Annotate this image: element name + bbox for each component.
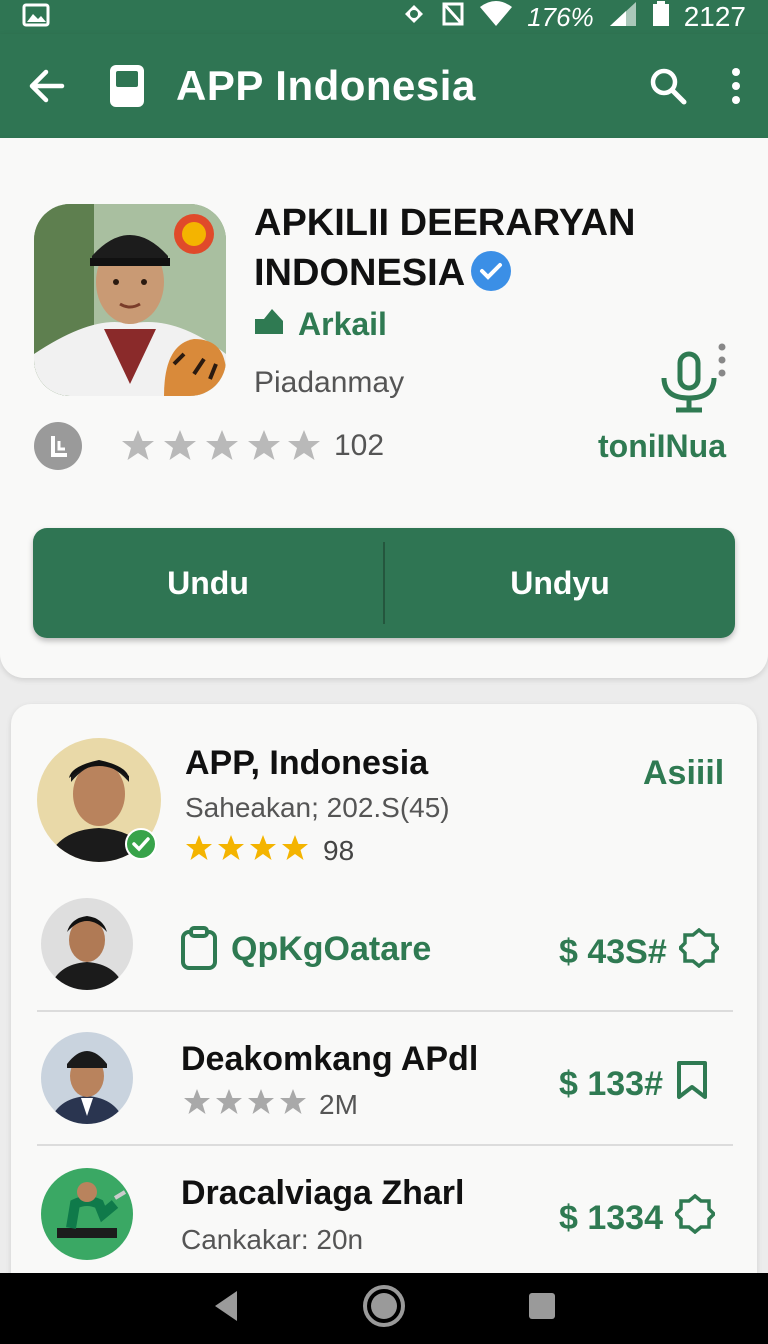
divider (37, 1144, 733, 1146)
app-store-icon (108, 63, 146, 109)
microphone-icon[interactable] (658, 350, 720, 419)
rating-count: 102 (334, 429, 385, 462)
list-item-title: Dracalviaga Zharl (181, 1174, 465, 1212)
related-apps-list: APP, Indonesia Saheakan; 202.S(45) 98 As… (11, 704, 757, 1304)
list-item-subtitle: Saheakan; 202.S(45) (185, 792, 450, 823)
list-item-title: APP, Indonesia (185, 744, 429, 782)
gallery-icon (22, 3, 50, 32)
badge-icon (673, 1193, 717, 1243)
list-item-rating: 98 (185, 834, 354, 867)
gold-stars (185, 834, 313, 867)
bookmark-icon (675, 1060, 709, 1109)
grey-stars (183, 1088, 311, 1121)
badge-icon (677, 927, 721, 977)
list-item-rating: 2M (183, 1088, 358, 1121)
list-item-price[interactable]: $ 43S# (559, 927, 721, 977)
search-icon[interactable] (648, 66, 688, 106)
side-action-label[interactable]: toniINua (598, 428, 726, 465)
app-name-text: APKILII DEERARYAN INDONESIA (254, 202, 636, 294)
app-detail-card: APKILII DEERARYAN INDONESIA Arkail Piada… (0, 138, 768, 678)
battery-icon (652, 0, 670, 34)
rating-row: 102 (34, 422, 384, 470)
install-right-button[interactable]: Undyu (385, 528, 735, 638)
content-rating-icon (34, 422, 82, 470)
list-item-subtitle: Cankakar: 20n (181, 1224, 364, 1255)
verified-check-icon (125, 828, 157, 865)
nav-recents-icon[interactable] (527, 1291, 557, 1326)
wifi-icon (479, 0, 513, 34)
list-item-rating-value: 98 (323, 834, 355, 866)
install-left-button[interactable]: Undu (33, 528, 383, 638)
list-item-rating-value: 2M (319, 1088, 358, 1120)
list-item-price-text: $ 43S# (559, 933, 667, 971)
avatar (41, 1032, 133, 1124)
system-nav-bar (0, 1273, 768, 1344)
app-category: Piadanmay (254, 366, 405, 399)
list-item-action[interactable]: Asiiil (643, 754, 724, 793)
app-icon-image (34, 204, 226, 396)
list-item-price[interactable]: $ 133# (559, 1060, 709, 1109)
battery-percent: 176% (527, 1, 594, 32)
verified-badge-icon (471, 251, 512, 291)
list-item-price-text: $ 133# (559, 1065, 663, 1103)
nav-home-icon[interactable] (362, 1284, 406, 1333)
signal-icon (608, 1, 638, 34)
developer-icon (254, 306, 284, 343)
app-bar: APP Indonesia (0, 34, 768, 138)
clock: 2127 (683, 1, 746, 32)
more-vert-icon[interactable] (730, 67, 742, 105)
clipboard-icon (179, 926, 219, 975)
list-item-title: QpKgOatare (231, 930, 432, 968)
install-button-group: Undu Undyu (33, 528, 735, 638)
avatar (41, 1168, 133, 1260)
nfc-icon (441, 1, 465, 34)
app-bar-title: APP Indonesia (176, 62, 476, 109)
back-arrow-icon[interactable] (26, 66, 66, 106)
list-item-price[interactable]: $ 1334 (559, 1193, 717, 1243)
avatar (41, 898, 133, 990)
notification-icon (401, 1, 427, 34)
developer-row[interactable]: Arkail (254, 306, 387, 343)
rating-stars (120, 428, 320, 464)
divider (37, 1010, 733, 1012)
nav-back-icon[interactable] (211, 1289, 241, 1328)
developer-name: Arkail (298, 306, 387, 342)
app-name: APKILII DEERARYAN INDONESIA (254, 198, 694, 298)
list-item-title: Deakomkang APdl (181, 1040, 479, 1078)
list-item-price-text: $ 1334 (559, 1199, 663, 1237)
status-bar: 176% 2127 (0, 0, 768, 34)
